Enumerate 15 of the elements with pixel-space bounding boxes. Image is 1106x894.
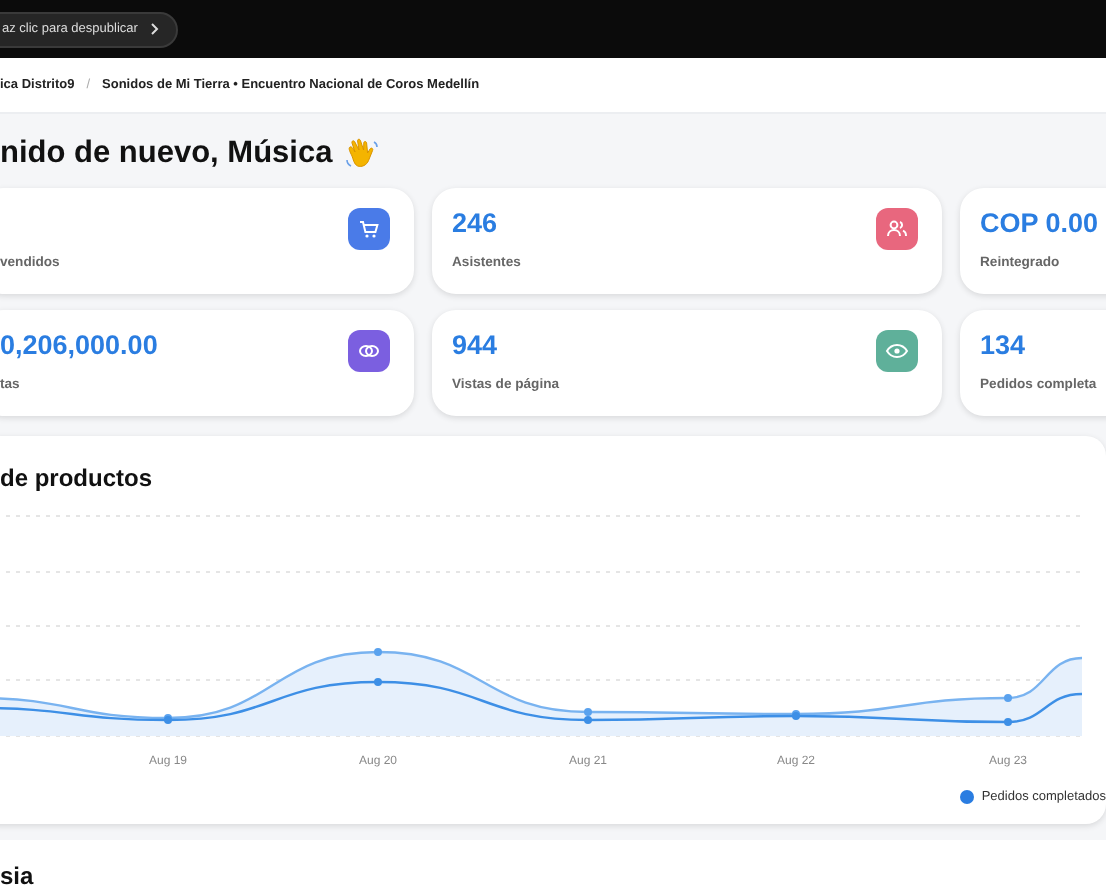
stat-value: COP 0.00 bbox=[980, 206, 1099, 242]
welcome-heading: nido de nuevo, Música bbox=[0, 134, 333, 175]
stat-value: 944 bbox=[452, 328, 500, 364]
stat-value: 246 bbox=[452, 206, 500, 242]
section-title: sia bbox=[0, 860, 36, 894]
stat-value: 0,206,000.00 bbox=[0, 328, 158, 364]
data-point bbox=[1004, 694, 1012, 702]
data-point bbox=[374, 648, 382, 656]
stat-value: 134 bbox=[980, 328, 1028, 364]
chart-title: de productos bbox=[0, 462, 155, 496]
legend-dot-icon bbox=[959, 790, 974, 805]
chevron-right-icon bbox=[149, 22, 160, 36]
data-point bbox=[1004, 718, 1012, 726]
waving-hand-icon bbox=[344, 136, 381, 172]
data-point bbox=[374, 678, 382, 686]
